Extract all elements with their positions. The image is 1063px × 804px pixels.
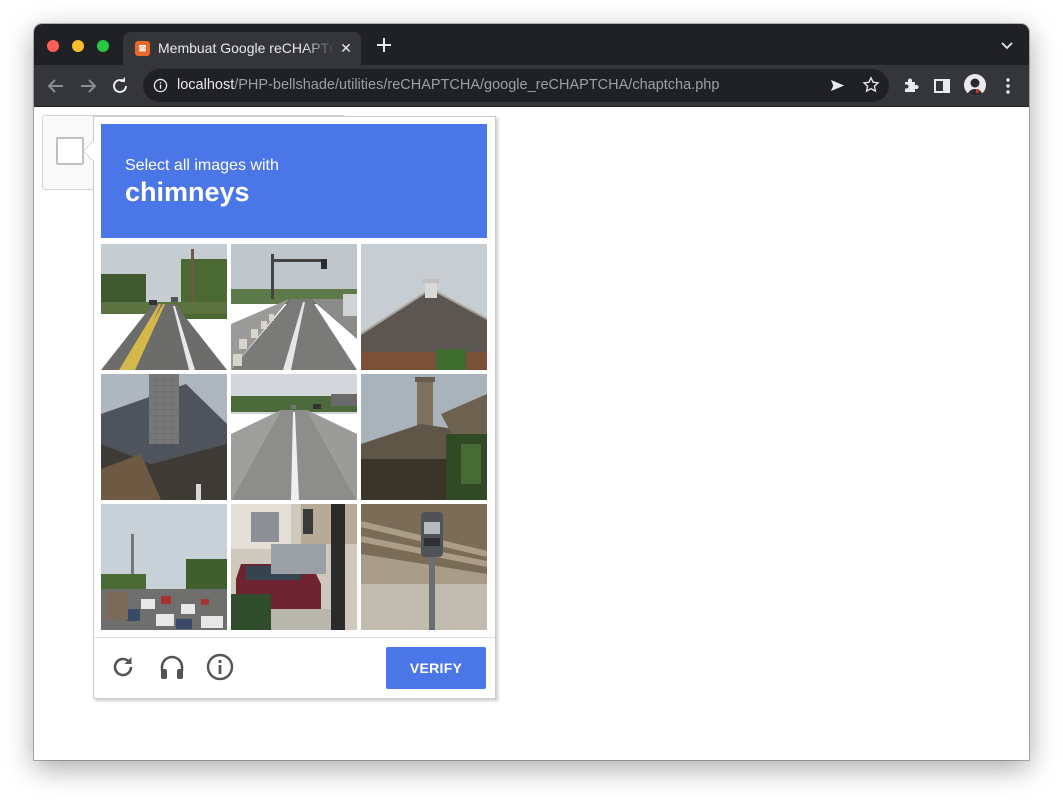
forward-arrow-icon[interactable] — [76, 74, 100, 98]
send-tab-icon[interactable] — [829, 77, 846, 94]
address-bar[interactable]: localhost/PHP-bellshade/utilities/reCHAP… — [143, 69, 889, 102]
captcha-tile-5[interactable] — [231, 374, 357, 500]
tab-title-fade — [303, 38, 335, 60]
tile-4-image — [101, 374, 227, 500]
captcha-tile-8[interactable] — [231, 504, 357, 630]
challenge-target: chimneys — [125, 177, 250, 207]
page-content: Select all images with chimneys VERIFY — [34, 107, 1029, 760]
captcha-tile-3[interactable] — [361, 244, 487, 370]
captcha-tile-6[interactable] — [361, 374, 487, 500]
verify-button[interactable]: VERIFY — [386, 647, 486, 689]
headphones-icon[interactable] — [157, 652, 187, 682]
close-window-button[interactable] — [47, 40, 59, 52]
maximize-window-button[interactable] — [97, 40, 109, 52]
url-text[interactable]: localhost/PHP-bellshade/utilities/reCHAP… — [177, 77, 719, 94]
popup-arrow — [84, 141, 94, 161]
tile-1-image — [101, 244, 227, 370]
tile-5-image — [231, 374, 357, 500]
side-panel-icon[interactable] — [930, 74, 954, 98]
tab-close-icon[interactable]: ✕ — [337, 39, 355, 57]
recaptcha-challenge-popup: Select all images with chimneys VERIFY — [83, 116, 496, 699]
tile-8-image — [231, 504, 357, 630]
captcha-tile-2[interactable] — [231, 244, 357, 370]
tab-strip: ⊠ Membuat Google reCHAPTCHA ✕ — [34, 24, 1029, 65]
extensions-puzzle-icon[interactable] — [899, 74, 923, 98]
minimize-window-button[interactable] — [72, 40, 84, 52]
tile-3-image — [361, 244, 487, 370]
reload-page-icon[interactable] — [108, 74, 132, 98]
back-arrow-icon[interactable] — [44, 74, 68, 98]
footer-divider — [94, 637, 495, 638]
reload-icon[interactable] — [109, 652, 139, 682]
tile-6-image — [361, 374, 487, 500]
tile-7-image — [101, 504, 227, 630]
captcha-tile-4[interactable] — [101, 374, 227, 500]
bookmark-star-icon[interactable] — [862, 76, 880, 94]
captcha-tile-7[interactable] — [101, 504, 227, 630]
browser-toolbar: localhost/PHP-bellshade/utilities/reCHAP… — [34, 65, 1029, 107]
challenge-header: Select all images with chimneys — [101, 124, 487, 238]
profile-person-icon — [967, 78, 983, 96]
not-a-robot-checkbox[interactable] — [56, 137, 84, 165]
more-menu-icon[interactable] — [996, 74, 1020, 98]
tile-2-image — [231, 244, 357, 370]
url-path: /PHP-bellshade/utilities/reCHAPTCHA/goog… — [234, 77, 720, 93]
browser-tab[interactable]: ⊠ Membuat Google reCHAPTCHA ✕ — [123, 32, 361, 65]
profile-avatar[interactable] — [964, 74, 986, 96]
tile-9-image — [361, 504, 487, 630]
challenge-prompt: Select all images with — [125, 157, 279, 174]
new-tab-icon[interactable] — [374, 35, 394, 55]
captcha-tile-9[interactable] — [361, 504, 487, 630]
tab-search-chevron-icon[interactable] — [1000, 38, 1014, 52]
browser-window: ⊠ Membuat Google reCHAPTCHA ✕ — [34, 24, 1029, 760]
site-info-icon[interactable] — [153, 78, 168, 93]
url-host: localhost — [177, 77, 235, 93]
info-icon[interactable] — [205, 652, 235, 682]
xampp-favicon-icon: ⊠ — [135, 41, 150, 56]
captcha-tile-1[interactable] — [101, 244, 227, 370]
